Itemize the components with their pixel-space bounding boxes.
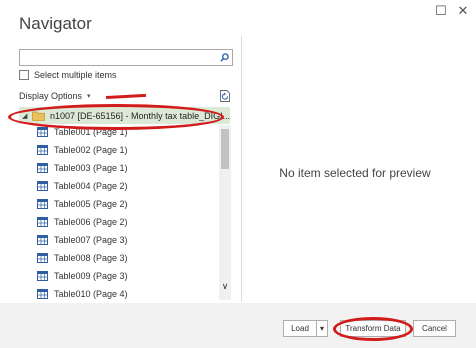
tree-scrollbar[interactable]: ∨: [219, 125, 231, 300]
list-item[interactable]: Table010 (Page 4): [37, 287, 128, 300]
select-multiple-row[interactable]: Select multiple items: [19, 70, 117, 80]
list-item-label: Table009 (Page 3): [54, 271, 128, 281]
table-icon: [37, 235, 48, 245]
display-options-dropdown[interactable]: Display Options ▾: [19, 91, 91, 101]
list-item[interactable]: Table006 (Page 2): [37, 215, 128, 229]
list-item[interactable]: Table007 (Page 3): [37, 233, 128, 247]
list-item[interactable]: Table008 (Page 3): [37, 251, 128, 265]
list-item[interactable]: Table001 (Page 1): [37, 125, 128, 139]
search-input[interactable]: [22, 51, 212, 63]
list-item-label: Table004 (Page 2): [54, 181, 128, 191]
table-icon: [37, 271, 48, 281]
list-item-label: Table006 (Page 2): [54, 217, 128, 227]
select-multiple-label: Select multiple items: [34, 70, 117, 80]
collapse-triangle-icon[interactable]: ◢: [22, 112, 32, 120]
tree-root-label: n1007 [DE-65156] - Monthly tax table_DIG…: [50, 110, 231, 121]
list-item-label: Table007 (Page 3): [54, 235, 128, 245]
list-item-label: Table003 (Page 1): [54, 163, 128, 173]
navigator-tree: ◢ n1007 [DE-65156] - Monthly tax table_D…: [19, 107, 234, 300]
table-icon: [37, 217, 48, 227]
table-icon: [37, 163, 48, 173]
list-item-label: Table001 (Page 1): [54, 127, 128, 137]
list-item-label: Table002 (Page 1): [54, 145, 128, 155]
folder-icon: [32, 111, 45, 121]
select-multiple-checkbox[interactable]: [19, 70, 29, 80]
display-options-label: Display Options: [19, 91, 83, 101]
load-button[interactable]: Load: [283, 320, 317, 337]
list-item[interactable]: Table005 (Page 2): [37, 197, 128, 211]
list-item-label: Table008 (Page 3): [54, 253, 128, 263]
list-item-label: Table005 (Page 2): [54, 199, 128, 209]
scroll-down-icon[interactable]: ∨: [219, 280, 231, 292]
list-item[interactable]: Table002 (Page 1): [37, 143, 128, 157]
table-icon: [37, 199, 48, 209]
refresh-icon[interactable]: [219, 89, 231, 103]
transform-data-button[interactable]: Transform Data: [340, 320, 406, 337]
close-button[interactable]: ✕: [456, 3, 470, 18]
list-item[interactable]: Table003 (Page 1): [37, 161, 128, 175]
chevron-down-icon: ▾: [87, 93, 91, 100]
list-item[interactable]: Table009 (Page 3): [37, 269, 128, 283]
search-icon[interactable]: [216, 50, 232, 65]
scrollbar-thumb[interactable]: [221, 129, 229, 169]
table-icon: [37, 289, 48, 299]
highlight-stroke: [105, 93, 147, 99]
dialog-title: Navigator: [19, 14, 92, 33]
search-box[interactable]: [19, 49, 233, 66]
preview-empty-message: No item selected for preview: [279, 166, 431, 180]
restore-button[interactable]: ☐: [434, 3, 448, 18]
list-item-label: Table010 (Page 4): [54, 289, 128, 299]
navigator-dialog: ☐ ✕ Navigator Select multiple items Disp…: [0, 0, 476, 348]
table-icon: [37, 127, 48, 137]
table-icon: [37, 145, 48, 155]
load-dropdown-button[interactable]: ▾: [317, 320, 328, 337]
list-item[interactable]: Table004 (Page 2): [37, 179, 128, 193]
cancel-button[interactable]: Cancel: [413, 320, 456, 337]
table-icon: [37, 253, 48, 263]
tree-root-item[interactable]: ◢ n1007 [DE-65156] - Monthly tax table_D…: [19, 107, 230, 124]
table-icon: [37, 181, 48, 191]
